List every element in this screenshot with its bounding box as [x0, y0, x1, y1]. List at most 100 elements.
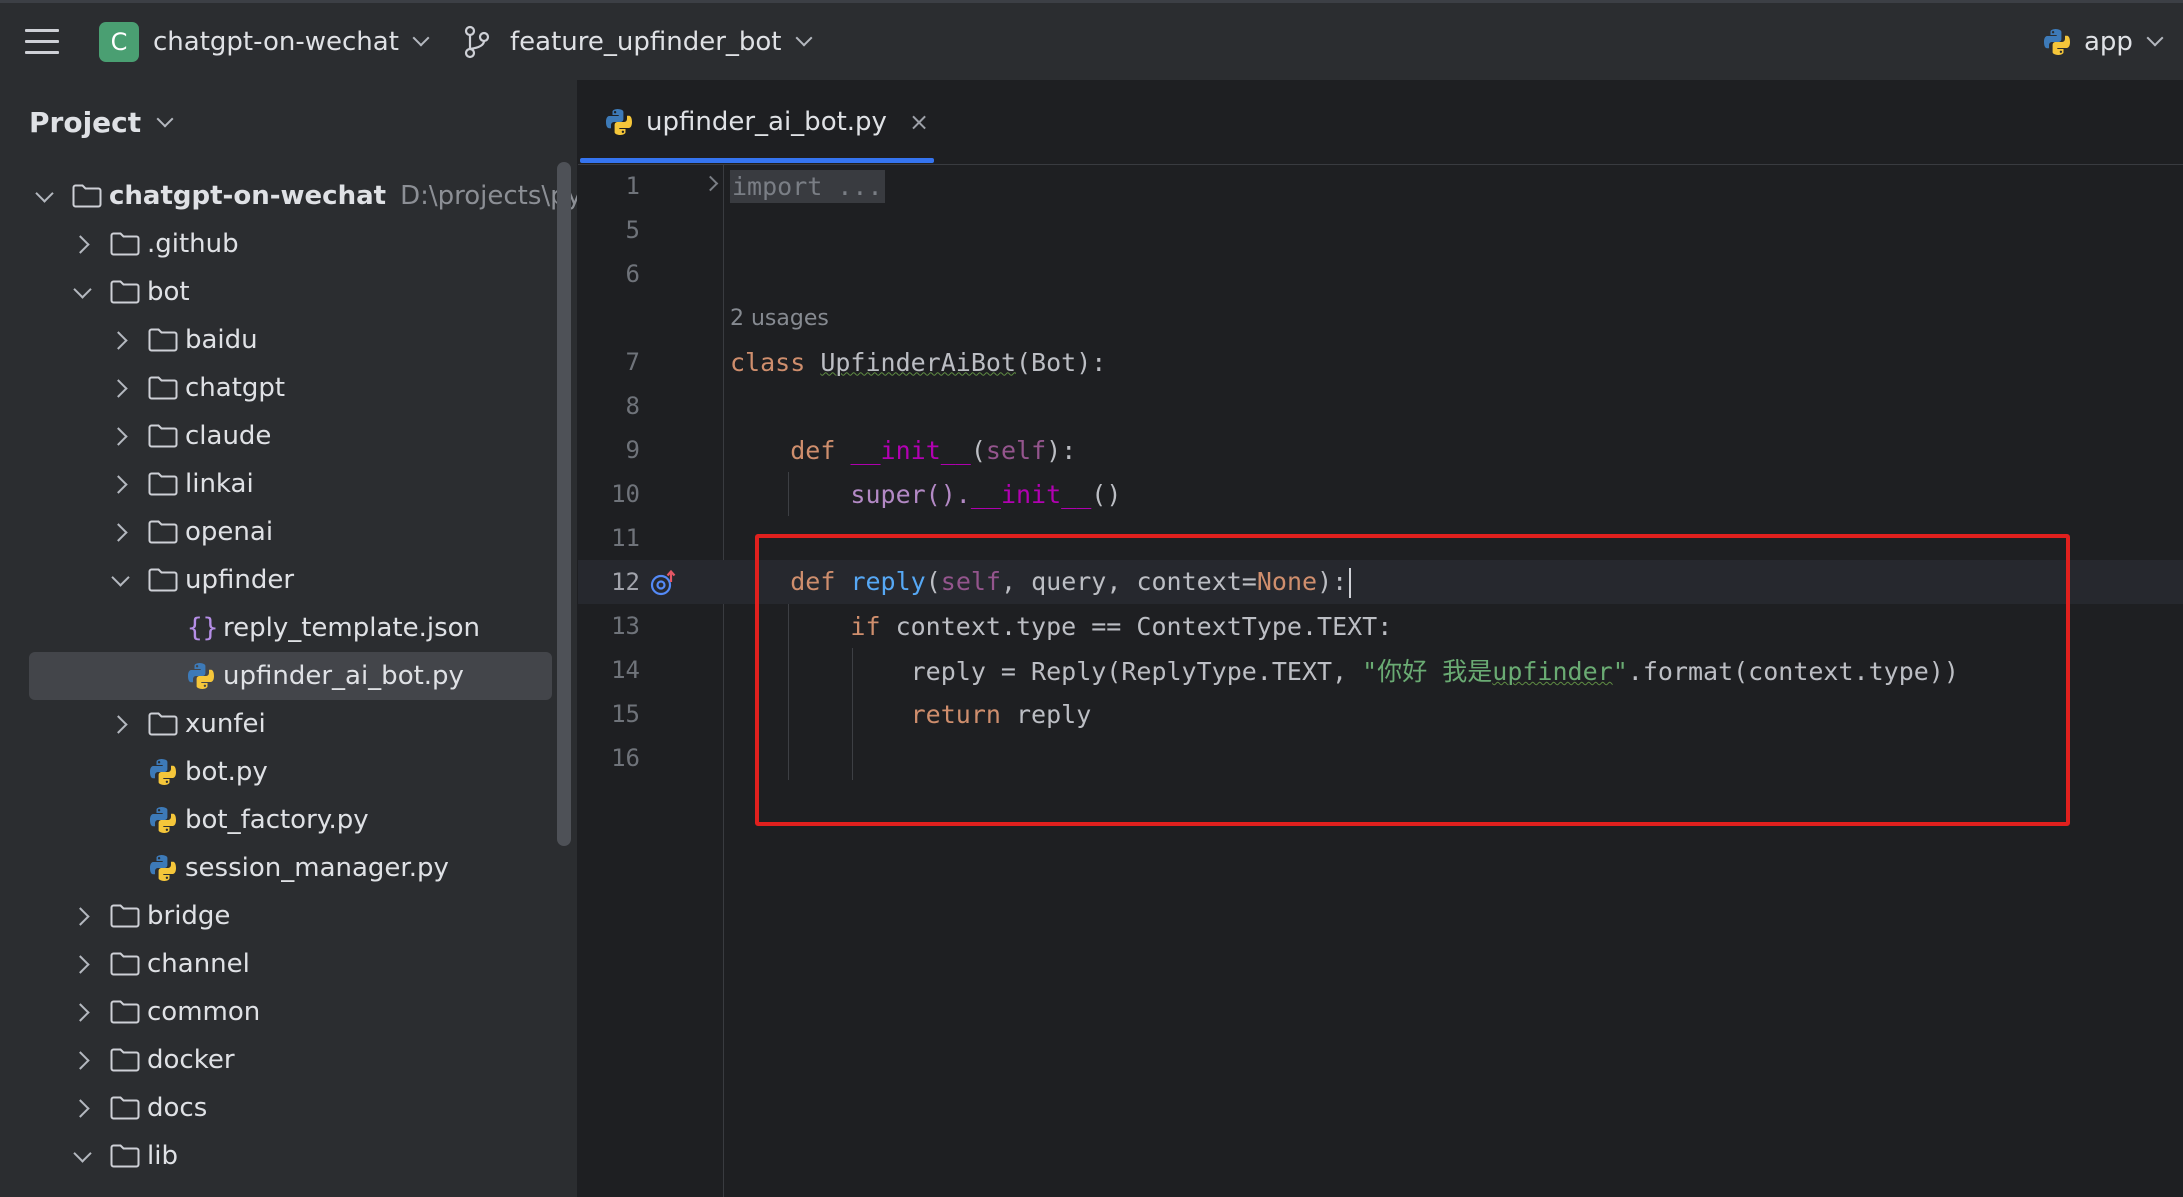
json-file-icon: {}	[187, 613, 219, 643]
code-line: 8	[578, 384, 2183, 428]
code-line: 5	[578, 208, 2183, 252]
folder-icon	[110, 904, 140, 928]
chevron-right-icon	[109, 714, 128, 734]
tree-item-session-manager[interactable]: session_manager.py	[0, 844, 577, 892]
close-icon[interactable]: ×	[909, 108, 929, 136]
usages-hint[interactable]: 2 usages	[730, 306, 829, 331]
project-tree: chatgpt-on-wechat D:\projects\pyth .githu…	[0, 172, 577, 1180]
folder-icon	[148, 712, 178, 736]
tree-item-label: docs	[147, 1093, 208, 1123]
tree-item-label: upfinder_ai_bot.py	[223, 661, 464, 691]
project-badge: C	[99, 21, 139, 62]
project-tree-scrollbar[interactable]	[557, 162, 571, 846]
tree-item-lib[interactable]: lib	[0, 1132, 577, 1180]
line-number: 9	[625, 436, 640, 464]
chevron-right-icon	[109, 330, 128, 350]
folder-icon	[110, 1000, 140, 1024]
folder-icon	[148, 568, 178, 592]
editor-tab-bar: upfinder_ai_bot.py ×	[578, 80, 2183, 165]
override-method-icon[interactable]	[650, 570, 676, 596]
tree-item-label: .github	[147, 229, 239, 259]
run-config-selector[interactable]: app	[2042, 3, 2164, 80]
project-selector[interactable]: C chatgpt-on-wechat	[99, 3, 430, 80]
active-tab-indicator	[580, 158, 934, 163]
root-folder-label: chatgpt-on-wechat	[109, 181, 387, 211]
line-number: 13	[611, 612, 640, 640]
tree-item-upfinder-ai-bot[interactable]: upfinder_ai_bot.py	[29, 652, 552, 700]
project-panel: Project chatgpt-on-wechat D:\projects\pyt…	[0, 80, 578, 1197]
chevron-right-icon	[71, 1050, 90, 1070]
tree-item-claude[interactable]: claude	[0, 412, 577, 460]
line-number: 16	[611, 744, 640, 772]
tree-item-github[interactable]: .github	[0, 220, 577, 268]
fold-expand-icon[interactable]	[702, 175, 719, 192]
chevron-down-icon	[412, 29, 430, 46]
tree-item-openai[interactable]: openai	[0, 508, 577, 556]
folder-icon	[110, 232, 140, 256]
branch-selector[interactable]: feature_upfinder_bot	[462, 3, 813, 80]
usages-inlay[interactable]: 2 usages	[578, 296, 2183, 340]
tree-item-bot[interactable]: bot	[0, 268, 577, 316]
chevron-right-icon	[109, 426, 128, 446]
chevron-down-icon	[73, 1143, 92, 1163]
python-file-icon	[188, 663, 214, 689]
tree-item-label: bridge	[147, 901, 231, 931]
line-number: 5	[625, 216, 640, 244]
line-number: 15	[611, 700, 640, 728]
tree-item-upfinder[interactable]: upfinder	[0, 556, 577, 604]
tree-item-xunfei[interactable]: xunfei	[0, 700, 577, 748]
tree-item-reply-template[interactable]: {} reply_template.json	[0, 604, 577, 652]
folder-icon	[148, 520, 178, 544]
tree-item-docs[interactable]: docs	[0, 1084, 577, 1132]
tree-item-common[interactable]: common	[0, 988, 577, 1036]
tree-item-label: upfinder	[185, 565, 295, 595]
tree-item-label: baidu	[185, 325, 258, 355]
folder-icon	[148, 376, 178, 400]
tree-item-label: chatgpt	[185, 373, 286, 403]
project-name: chatgpt-on-wechat	[153, 26, 399, 57]
chevron-right-icon	[71, 906, 90, 926]
code-line: 1 import ...	[578, 164, 2183, 208]
tree-item-label: bot.py	[185, 757, 268, 787]
chevron-right-icon	[109, 522, 128, 542]
line-number: 8	[625, 392, 640, 420]
code-line: 10 super().__init__()	[578, 472, 2183, 516]
tree-item-chatgpt[interactable]: chatgpt	[0, 364, 577, 412]
root-path-hint: D:\projects\pyth	[400, 181, 577, 211]
tree-item-label: session_manager.py	[185, 853, 449, 883]
code-line: 6	[578, 252, 2183, 296]
tree-item-bridge[interactable]: bridge	[0, 892, 577, 940]
tree-item-bot-py[interactable]: bot.py	[0, 748, 577, 796]
tree-item-channel[interactable]: channel	[0, 940, 577, 988]
tree-item-label: lib	[147, 1141, 178, 1171]
tree-item-label: reply_template.json	[223, 613, 481, 643]
tree-item-docker[interactable]: docker	[0, 1036, 577, 1084]
chevron-right-icon	[71, 954, 90, 974]
python-file-icon	[150, 855, 176, 881]
tree-item-label: bot	[147, 277, 190, 307]
tree-item-baidu[interactable]: baidu	[0, 316, 577, 364]
chevron-right-icon	[71, 234, 90, 254]
tree-item-linkai[interactable]: linkai	[0, 460, 577, 508]
main-menu-button[interactable]	[24, 3, 60, 80]
chevron-right-icon	[109, 378, 128, 398]
chevron-down-icon	[156, 110, 174, 127]
folded-imports[interactable]: import ...	[730, 169, 885, 203]
title-bar: C chatgpt-on-wechat feature_upfinder_bot…	[0, 0, 2183, 80]
tree-item-label: xunfei	[185, 709, 266, 739]
folder-icon	[110, 280, 140, 304]
folder-icon	[148, 472, 178, 496]
line-number: 12	[611, 568, 640, 596]
chevron-down-icon	[35, 183, 54, 203]
code-text: def __init__(self):	[790, 435, 1077, 465]
python-icon	[2044, 28, 2070, 55]
folder-icon	[110, 952, 140, 976]
tree-item-root[interactable]: chatgpt-on-wechat D:\projects\pyth	[0, 172, 577, 220]
code-text: super().__init__()	[850, 479, 1122, 509]
folder-icon	[148, 424, 178, 448]
python-file-icon	[150, 759, 176, 785]
project-panel-title[interactable]: Project	[29, 106, 174, 139]
code-line: 7 class UpfinderAiBot(Bot):	[578, 340, 2183, 384]
tree-item-bot-factory[interactable]: bot_factory.py	[0, 796, 577, 844]
tab-upfinder-ai-bot[interactable]: upfinder_ai_bot.py ×	[604, 80, 929, 164]
